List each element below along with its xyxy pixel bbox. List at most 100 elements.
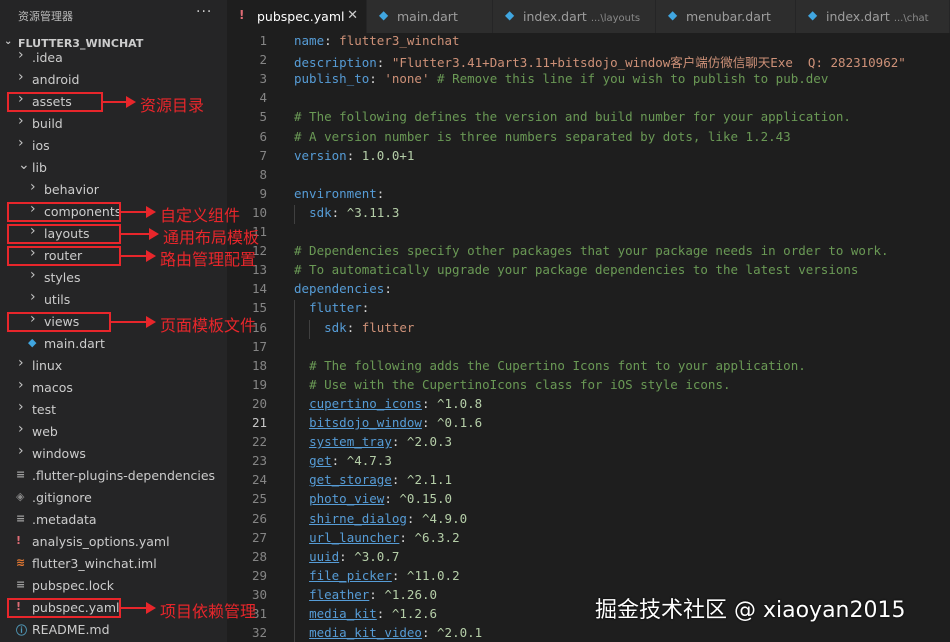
chevron-right-icon: ›	[18, 377, 24, 393]
tree-item-label: .gitignore	[32, 490, 92, 505]
code-line[interactable]: description: "Flutter3.41+Dart3.11+bitsd…	[294, 52, 906, 71]
tab-index-dart[interactable]: ◆ index.dart ...\layouts	[493, 0, 656, 33]
punctuation-token	[294, 453, 309, 468]
tree-item-label: linux	[32, 358, 63, 373]
key-token: get_storage	[309, 472, 392, 488]
tree-item-main-dart[interactable]: ◆ main.dart	[0, 333, 227, 355]
code-line[interactable]: fleather: ^1.26.0	[294, 587, 437, 602]
comment-token: # The following defines the version and …	[294, 109, 851, 125]
key-token: environment	[294, 185, 377, 201]
string-token: 'none'	[384, 71, 430, 87]
code-line[interactable]: cupertino_icons: ^1.0.8	[294, 396, 482, 411]
line-number: 3	[259, 71, 267, 87]
annotation-arrow	[121, 250, 156, 262]
tree-item-metadata[interactable]: ≡ .metadata	[0, 509, 227, 531]
tree-item-lib[interactable]: ⌄ lib	[0, 157, 227, 179]
more-actions-icon[interactable]: ···	[196, 4, 212, 20]
tree-item-label: .flutter-plugins-dependencies	[32, 468, 216, 483]
code-line[interactable]: bitsdojo_window: ^0.1.6	[294, 415, 482, 430]
explorer-title: 资源管理器	[18, 10, 73, 23]
tree-item-behavior[interactable]: › behavior	[0, 179, 227, 201]
chevron-right-icon: ›	[18, 135, 24, 151]
code-line[interactable]: version: 1.0.0+1	[294, 148, 414, 163]
line-number: 21	[251, 415, 267, 430]
line-number: 7	[259, 147, 267, 163]
code-line[interactable]: uuid: ^3.0.7	[294, 549, 399, 564]
chevron-right-icon: ›	[30, 179, 36, 195]
tree-item-styles[interactable]: › styles	[0, 267, 227, 289]
code-line[interactable]: media_kit_video: ^2.0.1	[294, 625, 482, 640]
tab-main-dart[interactable]: ◆ main.dart	[367, 0, 493, 33]
close-icon[interactable]: ✕	[347, 8, 358, 23]
code-line[interactable]: file_picker: ^11.0.2	[294, 568, 460, 583]
tree-item-build[interactable]: › build	[0, 113, 227, 135]
code-line[interactable]: publish_to: 'none' # Remove this line if…	[294, 71, 828, 86]
code-line[interactable]: get: ^4.7.3	[294, 453, 392, 468]
tree-item-flutter-plugins-dependencies[interactable]: ≡ .flutter-plugins-dependencies	[0, 465, 227, 487]
code-line[interactable]: # Dependencies specify other packages th…	[294, 243, 889, 258]
tree-item-pubspec-lock[interactable]: ≡ pubspec.lock	[0, 575, 227, 597]
code-line[interactable]: media_kit: ^1.2.6	[294, 606, 437, 621]
code-line[interactable]: flutter:	[294, 300, 369, 315]
chevron-right-icon: ›	[18, 399, 24, 415]
annotation-label: 页面模板文件	[160, 316, 257, 335]
code-line[interactable]: # To automatically upgrade your package …	[294, 262, 858, 277]
tree-item-gitignore[interactable]: ◈ .gitignore	[0, 487, 227, 509]
tab-menubar-dart[interactable]: ◆ menubar.dart	[656, 0, 796, 33]
annotation-label: 路由管理配置	[160, 250, 257, 269]
indent-guide	[294, 204, 295, 224]
code-editor[interactable]: 1 name: flutter3_winchat 2 description: "Fl…	[227, 33, 950, 642]
string-token: "Flutter3.41+Dart3.11+bitsdojo_window客户端…	[391, 55, 906, 71]
tab-description: ...\chat	[893, 13, 929, 24]
code-line[interactable]: get_storage: ^2.1.1	[294, 472, 452, 487]
tree-item-readme-md[interactable]: ⓘ README.md	[0, 619, 227, 641]
tree-item-label: analysis_options.yaml	[32, 534, 170, 549]
rss-file-icon: ≋	[16, 556, 26, 569]
code-line[interactable]: # The following defines the version and …	[294, 109, 851, 124]
code-line[interactable]: # Use with the CupertinoIcons class for …	[294, 377, 730, 392]
line-number: 17	[251, 338, 267, 354]
tab-pubspec-yaml[interactable]: ! pubspec.yaml ✕	[227, 0, 367, 33]
tree-item-windows[interactable]: › windows	[0, 443, 227, 465]
tree-item-ios[interactable]: › ios	[0, 135, 227, 157]
comment-token: # A version number is three numbers sepa…	[294, 128, 791, 144]
punctuation-token: :	[376, 185, 385, 201]
code-line[interactable]: # A version number is three numbers sepa…	[294, 129, 791, 144]
key-token: shirne_dialog	[309, 510, 407, 526]
punctuation-token	[294, 396, 309, 411]
value-token: ^11.0.2	[406, 567, 460, 583]
tree-item-web[interactable]: › web	[0, 421, 227, 443]
tree-item-android[interactable]: › android	[0, 69, 227, 91]
tab-index-dart[interactable]: ◆ index.dart ...\chat	[796, 0, 950, 33]
code-line[interactable]: dependencies:	[294, 281, 392, 296]
line-number: 28	[251, 548, 267, 564]
line-number: 32	[251, 625, 267, 641]
dart-file-icon: ◆	[505, 8, 515, 22]
tab-label: menubar.dart	[686, 9, 771, 24]
tree-item-linux[interactable]: › linux	[0, 355, 227, 377]
code-line[interactable]: system_tray: ^2.0.3	[294, 434, 452, 449]
code-line[interactable]: # The following adds the Cupertino Icons…	[294, 358, 806, 373]
code-line[interactable]: sdk: ^3.11.3	[294, 205, 399, 220]
lines-file-icon: ≡	[16, 512, 26, 525]
code-line[interactable]: environment:	[294, 186, 384, 201]
punctuation-token: :	[324, 33, 340, 48]
info-file-icon: ⓘ	[16, 624, 27, 637]
annotation-arrow	[111, 316, 156, 328]
tree-item-flutter3-winchat-iml[interactable]: ≋ flutter3_winchat.iml	[0, 553, 227, 575]
code-line[interactable]: url_launcher: ^6.3.2	[294, 530, 460, 545]
value-token: ^0.1.6	[437, 415, 483, 430]
code-line[interactable]: shirne_dialog: ^4.9.0	[294, 511, 467, 526]
code-line[interactable]: sdk: flutter	[294, 320, 414, 335]
code-line[interactable]: name: flutter3_winchat	[294, 33, 460, 48]
line-number: 27	[251, 529, 267, 545]
tree-item-utils[interactable]: › utils	[0, 289, 227, 311]
tree-item-idea[interactable]: › .idea	[0, 47, 227, 69]
punctuation-token	[294, 587, 309, 602]
annotation-label: 通用布局模板	[163, 228, 260, 247]
tree-item-macos[interactable]: › macos	[0, 377, 227, 399]
tree-item-test[interactable]: › test	[0, 399, 227, 421]
tree-item-analysis-options-yaml[interactable]: ! analysis_options.yaml	[0, 531, 227, 553]
punctuation-token	[294, 300, 309, 315]
code-line[interactable]: photo_view: ^0.15.0	[294, 491, 452, 506]
